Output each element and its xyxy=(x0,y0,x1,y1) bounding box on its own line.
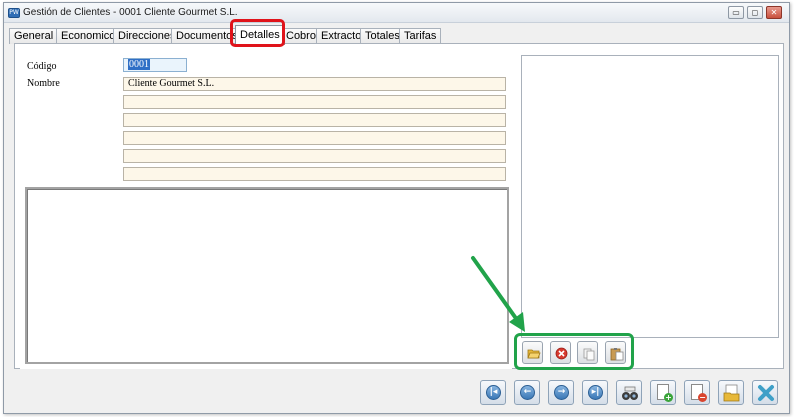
next-record-icon: → xyxy=(554,385,569,400)
close-window-button[interactable] xyxy=(752,380,778,405)
title-bar[interactable]: PW Gestión de Clientes - 0001 Cliente Go… xyxy=(4,3,789,23)
window-title: Gestión de Clientes - 0001 Cliente Gourm… xyxy=(23,7,238,18)
codigo-label: Código xyxy=(27,61,57,72)
codigo-field[interactable]: 0001 xyxy=(123,58,187,72)
maximize-button[interactable]: ◻ xyxy=(747,6,763,19)
first-record-button[interactable]: |◂ xyxy=(480,380,506,405)
next-record-button[interactable]: → xyxy=(548,380,574,405)
nombre-label: Nombre xyxy=(27,78,60,89)
search-button[interactable] xyxy=(616,380,642,405)
window-close-button[interactable]: ✕ xyxy=(766,6,782,19)
notes-memo[interactable] xyxy=(25,187,509,364)
open-record-button[interactable] xyxy=(718,380,744,405)
tab-bar: General Economico Direcciones Documentos… xyxy=(9,25,449,45)
previous-record-icon: ← xyxy=(520,385,535,400)
minimize-button[interactable]: ▭ xyxy=(728,6,744,19)
search-binoculars-icon xyxy=(622,386,638,400)
detail-line-field[interactable] xyxy=(123,95,506,109)
annotation-arrow-icon xyxy=(471,256,525,332)
tab-economico[interactable]: Economico xyxy=(56,28,121,44)
new-record-button[interactable]: + xyxy=(650,380,676,405)
nombre-field[interactable]: Cliente Gourmet S.L. xyxy=(123,77,506,91)
detail-line-field[interactable] xyxy=(123,113,506,127)
codigo-value: 0001 xyxy=(128,59,150,70)
last-record-icon: ▸| xyxy=(588,385,603,400)
tab-tarifas[interactable]: Tarifas xyxy=(399,28,442,44)
image-panel xyxy=(521,55,779,338)
tab-general[interactable]: General xyxy=(9,28,59,44)
previous-record-button[interactable]: ← xyxy=(514,380,540,405)
detail-line-field[interactable] xyxy=(123,167,506,181)
add-badge-icon: + xyxy=(664,393,673,402)
remove-badge-icon: − xyxy=(698,393,707,402)
tab-highlight-annotation xyxy=(230,19,285,47)
detail-line-field[interactable] xyxy=(123,131,506,145)
last-record-button[interactable]: ▸| xyxy=(582,380,608,405)
close-icon xyxy=(758,385,774,401)
toolbar-highlight-annotation xyxy=(514,333,634,370)
open-record-icon xyxy=(723,384,740,402)
delete-record-button[interactable]: − xyxy=(684,380,710,405)
app-icon: PW xyxy=(8,8,20,18)
tab-extracto[interactable]: Extracto xyxy=(316,28,367,44)
detail-line-field[interactable] xyxy=(123,149,506,163)
first-record-icon: |◂ xyxy=(486,385,501,400)
